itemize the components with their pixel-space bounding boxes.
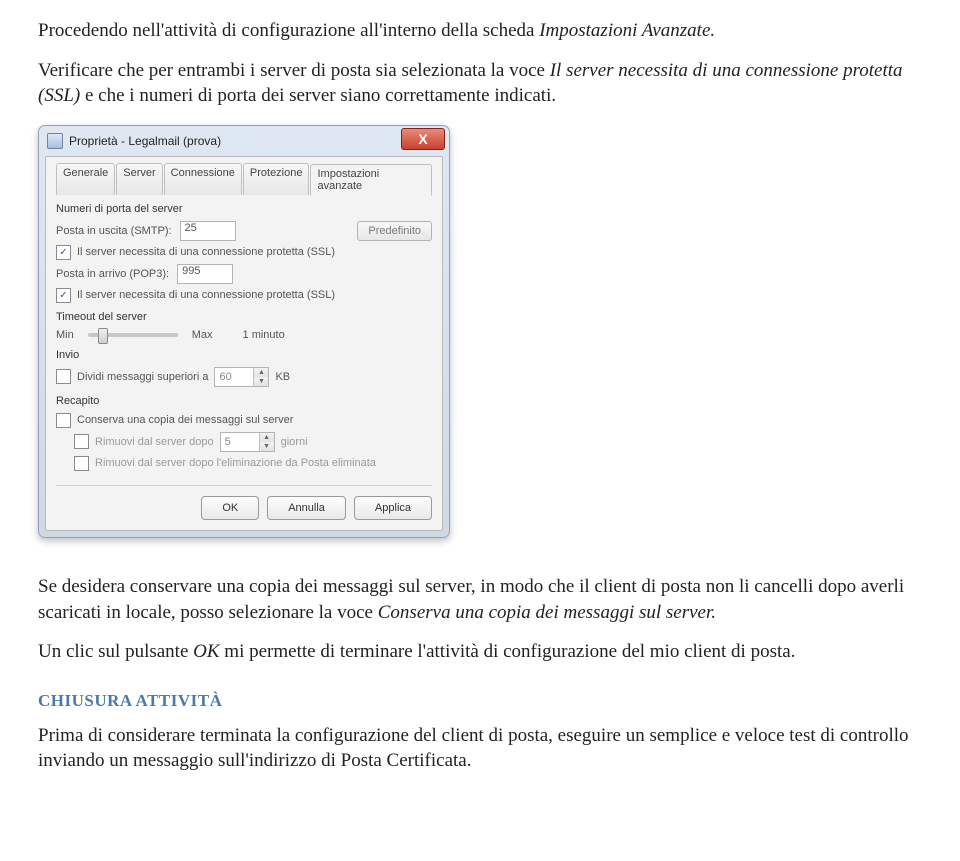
- paragraph-keepcopy: Se desidera conservare una copia dei mes…: [38, 574, 932, 625]
- pop-label: Posta in arrivo (POP3):: [56, 268, 169, 280]
- app-icon: [47, 133, 63, 149]
- tab-protection[interactable]: Protezione: [243, 163, 310, 195]
- text: Verificare che per entrambi i server di …: [38, 60, 550, 81]
- removeafter-spinner[interactable]: 5 ▲▼: [220, 432, 275, 452]
- default-button[interactable]: Predefinito: [357, 221, 432, 241]
- paragraph-verify: Verificare che per entrambi i server di …: [38, 58, 932, 109]
- tab-connection[interactable]: Connessione: [164, 163, 242, 195]
- page: Procedendo nell'attività di configurazio…: [0, 0, 960, 818]
- cancel-button[interactable]: Annulla: [267, 496, 346, 520]
- properties-dialog: Proprietà - Legalmail (prova) X Generale…: [38, 125, 450, 538]
- dialog-screenshot: Proprietà - Legalmail (prova) X Generale…: [38, 125, 932, 538]
- text: Procedendo nell'attività di configurazio…: [38, 20, 539, 41]
- removedeleted-row: Rimuovi dal server dopo l'eliminazione d…: [56, 456, 432, 471]
- ssl-incoming-label: Il server necessita di una connessione p…: [77, 289, 335, 301]
- keepcopy-label: Conserva una copia dei messaggi sul serv…: [77, 414, 293, 426]
- chevron-down-icon[interactable]: ▼: [254, 377, 268, 386]
- close-button[interactable]: X: [401, 128, 445, 150]
- timeout-max-label: Max: [192, 329, 213, 341]
- removeafter-value: 5: [221, 433, 259, 451]
- timeout-value: 1 minuto: [243, 329, 285, 341]
- group-ports-label: Numeri di porta del server: [56, 203, 432, 215]
- section-heading: CHIUSURA ATTIVITÀ: [38, 691, 932, 711]
- tab-general[interactable]: Generale: [56, 163, 115, 195]
- paragraph-ok: Un clic sul pulsante OK mi permette di t…: [38, 639, 932, 665]
- text-italic: Impostazioni Avanzate.: [539, 20, 715, 41]
- removedeleted-label: Rimuovi dal server dopo l'eliminazione d…: [95, 457, 376, 469]
- group-send-label: Invio: [56, 349, 432, 361]
- smtp-label: Posta in uscita (SMTP):: [56, 225, 172, 237]
- chevron-up-icon[interactable]: ▲: [254, 368, 268, 377]
- text: Un clic sul pulsante: [38, 641, 193, 662]
- dialog-content: Generale Server Connessione Protezione I…: [45, 156, 443, 531]
- paragraph-closing: Prima di considerare terminata la config…: [38, 723, 932, 774]
- group-timeout-label: Timeout del server: [56, 311, 432, 323]
- tabstrip: Generale Server Connessione Protezione I…: [56, 163, 432, 195]
- window-title: Proprietà - Legalmail (prova): [69, 134, 221, 148]
- text: mi permette di terminare l'attività di c…: [224, 641, 795, 662]
- smtp-row: Posta in uscita (SMTP): 25 Predefinito: [56, 221, 432, 241]
- chevron-down-icon[interactable]: ▼: [260, 442, 274, 451]
- close-icon: X: [418, 131, 427, 147]
- split-size-value: 60: [215, 368, 253, 386]
- text-italic: Conserva una copia dei messaggi sul serv…: [378, 602, 716, 623]
- apply-button[interactable]: Applica: [354, 496, 432, 520]
- text: e che i numeri di porta dei server siano…: [85, 85, 556, 106]
- group-delivery-label: Recapito: [56, 395, 432, 407]
- keepcopy-checkbox[interactable]: [56, 413, 71, 428]
- removeafter-label: Rimuovi dal server dopo: [95, 436, 214, 448]
- ssl-incoming-checkbox[interactable]: [56, 288, 71, 303]
- text-italic: OK: [193, 641, 219, 662]
- paragraph-intro: Procedendo nell'attività di configurazio…: [38, 18, 932, 44]
- chevron-up-icon[interactable]: ▲: [260, 433, 274, 442]
- ssl-outgoing-checkbox[interactable]: [56, 245, 71, 260]
- tab-server[interactable]: Server: [116, 163, 162, 195]
- split-label: Dividi messaggi superiori a: [77, 371, 208, 383]
- split-row: Dividi messaggi superiori a 60 ▲▼ KB: [56, 367, 432, 387]
- keepcopy-row: Conserva una copia dei messaggi sul serv…: [56, 413, 432, 428]
- ssl-incoming-row: Il server necessita di una connessione p…: [56, 288, 432, 303]
- removeafter-checkbox[interactable]: [74, 434, 89, 449]
- removeafter-unit: giorni: [281, 436, 308, 448]
- ssl-outgoing-row: Il server necessita di una connessione p…: [56, 245, 432, 260]
- split-checkbox[interactable]: [56, 369, 71, 384]
- removeafter-row: Rimuovi dal server dopo 5 ▲▼ giorni: [56, 432, 432, 452]
- titlebar: Proprietà - Legalmail (prova) X: [39, 126, 449, 156]
- ssl-outgoing-label: Il server necessita di una connessione p…: [77, 246, 335, 258]
- tab-advanced[interactable]: Impostazioni avanzate: [310, 164, 432, 196]
- timeout-slider[interactable]: [88, 333, 178, 337]
- dialog-actions: OK Annulla Applica: [56, 485, 432, 520]
- removedeleted-checkbox[interactable]: [74, 456, 89, 471]
- timeout-row: Min Max 1 minuto: [56, 329, 432, 341]
- split-unit: KB: [275, 371, 290, 383]
- pop-port-input[interactable]: 995: [177, 264, 233, 284]
- pop-row: Posta in arrivo (POP3): 995: [56, 264, 432, 284]
- timeout-min-label: Min: [56, 329, 74, 341]
- smtp-port-input[interactable]: 25: [180, 221, 236, 241]
- ok-button[interactable]: OK: [201, 496, 259, 520]
- text: Prima di considerare terminata la config…: [38, 725, 909, 772]
- split-size-spinner[interactable]: 60 ▲▼: [214, 367, 269, 387]
